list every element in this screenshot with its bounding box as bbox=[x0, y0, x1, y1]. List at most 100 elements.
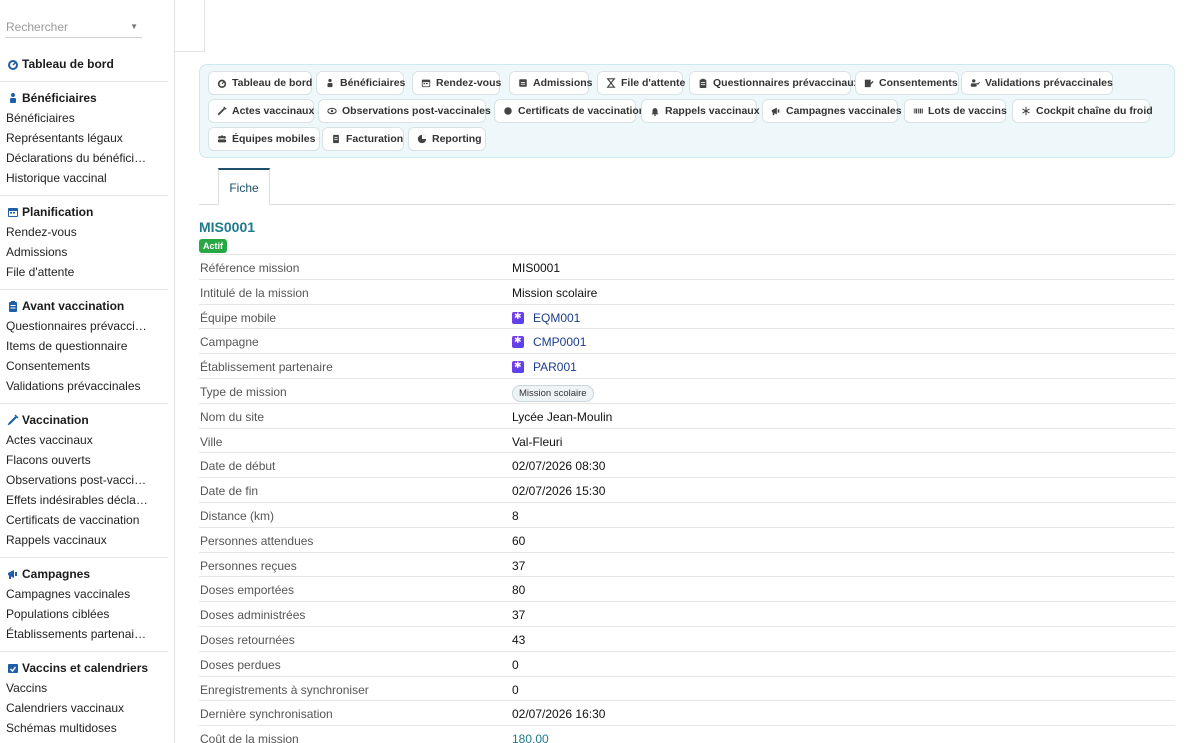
sidebar-item[interactable]: Flacons ouverts bbox=[0, 450, 150, 470]
invoice-icon bbox=[331, 134, 341, 144]
sidebar-item[interactable]: Représentants légaux bbox=[0, 128, 150, 148]
field-value: 60 bbox=[512, 533, 526, 548]
search-placeholder: Rechercher bbox=[6, 20, 69, 34]
sidebar-item[interactable]: Effets indésirables déclarés bbox=[0, 490, 150, 510]
chevron-down-icon[interactable]: ▼ bbox=[130, 17, 138, 37]
field-label: Enregistrements à synchroniser bbox=[200, 682, 369, 697]
field-value: Lycée Jean-Moulin bbox=[512, 409, 613, 424]
detail-row: Intitulé de la mission Mission scolaire bbox=[199, 278, 1175, 304]
quicknav-button[interactable]: Rendez-vous bbox=[412, 71, 501, 95]
clipboard-icon bbox=[698, 78, 708, 88]
field-link-text: PAR001 bbox=[533, 360, 577, 375]
field-link[interactable]: EQM001 bbox=[512, 311, 580, 325]
sidebar-item[interactable]: Certificats de vaccination bbox=[0, 510, 150, 530]
sidebar-item[interactable]: File d'attente bbox=[0, 262, 150, 282]
sidebar-item[interactable]: Bénéficiaires bbox=[0, 108, 150, 128]
sidebar-item[interactable]: Rappels vaccinaux bbox=[0, 530, 150, 550]
divider bbox=[0, 81, 168, 82]
quicknav-button[interactable]: Facturation bbox=[322, 127, 404, 151]
quicknav-button[interactable]: Admissions bbox=[509, 71, 593, 95]
quicknav-button[interactable]: Consentements bbox=[855, 71, 959, 95]
field-label: Distance (km) bbox=[200, 509, 275, 523]
quicknav-label: Facturation bbox=[346, 133, 404, 145]
sidebar-item[interactable]: Historique vaccinal bbox=[0, 168, 150, 188]
people-icon bbox=[6, 92, 19, 105]
sidebar-section: Vaccins et calendriers Vaccins Calendriers… bbox=[0, 658, 168, 738]
sidebar-item[interactable]: Consentements bbox=[0, 356, 150, 376]
quicknav-button[interactable]: Certificats de vaccination bbox=[494, 99, 645, 123]
quicknav-label: Campagnes vaccinales bbox=[786, 105, 902, 117]
certificate-icon bbox=[503, 106, 513, 116]
quicknav-button[interactable]: Rappels vaccinaux bbox=[641, 99, 760, 123]
sidebar-section-header[interactable]: Avant vaccination bbox=[0, 296, 168, 316]
sidebar-item[interactable]: Rendez-vous bbox=[0, 222, 150, 242]
detail-row: Date de fin 02/07/2026 15:30 bbox=[199, 477, 1175, 502]
quicknav-button[interactable]: File d'attente bbox=[597, 71, 685, 95]
sidebar-item[interactable]: Validations prévaccinales bbox=[0, 376, 150, 396]
field-link[interactable]: CMP0001 bbox=[512, 335, 586, 349]
status-badge: Actif bbox=[199, 239, 227, 253]
quicknav-label: Cockpit chaîne du froid bbox=[1036, 105, 1153, 117]
field-value: Val-Fleuri bbox=[512, 434, 563, 449]
team-icon bbox=[217, 134, 227, 144]
user-check-icon bbox=[970, 78, 980, 88]
quicknav-label: Lots de vaccins bbox=[928, 105, 1007, 117]
tag-pill: Mission scolaire bbox=[512, 385, 594, 402]
sidebar-section-header[interactable]: Vaccination bbox=[0, 410, 168, 430]
sidebar-item[interactable]: Populations ciblées bbox=[0, 604, 150, 624]
record-icon bbox=[512, 360, 524, 374]
quicknav-button[interactable]: Lots de vaccins bbox=[904, 99, 1007, 123]
sidebar-item[interactable]: Calendriers vaccinaux bbox=[0, 698, 150, 718]
sidebar-section-header[interactable]: Campagnes bbox=[0, 564, 168, 584]
detail-row: Ville Val-Fleuri bbox=[199, 427, 1175, 453]
sidebar-item[interactable]: Questionnaires prévaccin… bbox=[0, 316, 150, 336]
sidebar-item[interactable]: Schémas multidoses bbox=[0, 718, 150, 738]
calendar-icon bbox=[421, 78, 431, 88]
field-label: Intitulé de la mission bbox=[200, 285, 309, 300]
sidebar-item[interactable]: Admissions bbox=[0, 242, 150, 262]
divider bbox=[0, 403, 168, 404]
quicknav-button[interactable]: Questionnaires prévaccinaux bbox=[689, 71, 859, 95]
detail-row: Équipe mobile EQM001 bbox=[199, 303, 1175, 329]
quicknav-button[interactable]: Cockpit chaîne du froid bbox=[1012, 99, 1153, 123]
detail-row: Coût de la mission 180,00 bbox=[199, 725, 1175, 743]
quicknav-button[interactable]: Actes vaccinaux bbox=[208, 99, 314, 123]
sidebar-section-header[interactable]: Bénéficiaires bbox=[0, 88, 168, 108]
quicknav-label: Actes vaccinaux bbox=[232, 105, 315, 117]
field-value: 02/07/2026 15:30 bbox=[512, 484, 606, 499]
quicknav-label: Consentements bbox=[879, 77, 958, 89]
quicknav-button[interactable]: Reporting bbox=[408, 127, 486, 151]
quicknav-button[interactable]: Bénéficiaires bbox=[316, 71, 405, 95]
sidebar-item[interactable]: Actes vaccinaux bbox=[0, 430, 150, 450]
quicknav-button[interactable]: Tableau de bord bbox=[208, 71, 312, 95]
sidebar-item[interactable]: Déclarations du bénéficia… bbox=[0, 148, 150, 168]
detail-row: Personnes reçues 37 bbox=[199, 551, 1175, 577]
field-value: 02/07/2026 16:30 bbox=[512, 707, 606, 722]
sidebar: Rechercher ▼ Tableau de bord Bénéficiair… bbox=[0, 0, 175, 743]
field-label: Campagne bbox=[200, 335, 259, 350]
field-label: Date de fin bbox=[200, 484, 259, 499]
tab-fiche[interactable]: Fiche bbox=[218, 168, 270, 205]
search-input[interactable]: Rechercher ▼ bbox=[6, 17, 142, 38]
sidebar-section-header[interactable]: Vaccins et calendriers bbox=[0, 658, 168, 678]
sidebar-section: Avant vaccination Questionnaires prévacci… bbox=[0, 296, 168, 396]
quicknav-button[interactable]: Équipes mobiles bbox=[208, 127, 320, 151]
quicknav-button[interactable]: Observations post-vaccinales bbox=[318, 99, 491, 123]
detail-row: Distance (km) 8 bbox=[199, 502, 1175, 527]
quicknav-label: Validations prévaccinales bbox=[985, 77, 1113, 89]
quicknav-button[interactable]: Campagnes vaccinales bbox=[762, 99, 902, 123]
sidebar-item[interactable]: Campagnes vaccinales bbox=[0, 584, 150, 604]
field-label: Personnes attendues bbox=[200, 533, 314, 548]
quicknav-button[interactable]: Validations prévaccinales bbox=[961, 71, 1113, 95]
sidebar-section-header[interactable]: Planification bbox=[0, 202, 168, 222]
people-icon bbox=[325, 78, 335, 88]
sidebar-dashboard[interactable]: Tableau de bord bbox=[0, 54, 168, 74]
record-icon bbox=[512, 335, 524, 349]
sidebar-item[interactable]: Vaccins bbox=[0, 678, 150, 698]
quick-nav-panel: Tableau de bord Bénéficiaires Rendez-vous A… bbox=[199, 64, 1175, 158]
sidebar-item[interactable]: Établissements partenaires bbox=[0, 624, 150, 644]
sidebar-section: Bénéficiaires Bénéficiaires Représentants … bbox=[0, 88, 168, 188]
sidebar-item[interactable]: Items de questionnaire bbox=[0, 336, 150, 356]
sidebar-item[interactable]: Observations post-vaccin… bbox=[0, 470, 150, 490]
field-link[interactable]: PAR001 bbox=[512, 360, 577, 374]
